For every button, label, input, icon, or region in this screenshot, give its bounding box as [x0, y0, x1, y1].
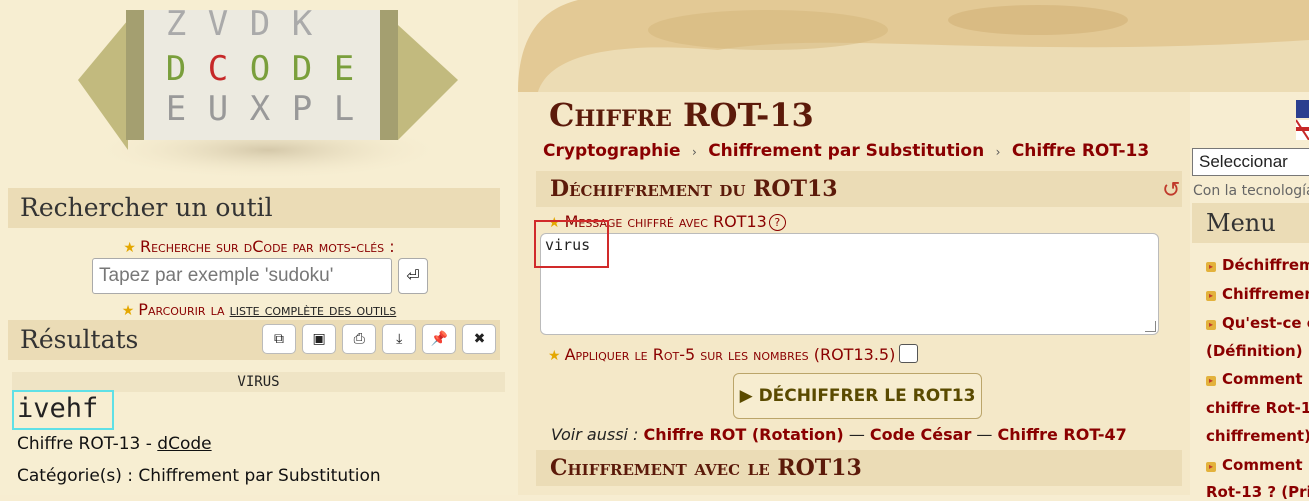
svg-text:Z: Z	[166, 4, 186, 44]
svg-text:V: V	[208, 4, 228, 44]
chevron-right-icon: ›	[691, 145, 697, 159]
svg-text:D: D	[292, 49, 312, 89]
breadcrumb-rot13[interactable]: Chiffre ROT-13	[1012, 141, 1149, 161]
star-icon: ★	[548, 348, 561, 364]
menu-item-definition[interactable]: ▸ Qu'est-ce c	[1206, 314, 1309, 332]
svg-text:U: U	[208, 89, 228, 129]
star-icon: ★	[121, 303, 135, 319]
svg-text:K: K	[292, 4, 313, 44]
rot5-option: ★ Appliquer le Rot-5 sur les nombres (ROT…	[548, 344, 919, 364]
svg-text:P: P	[292, 89, 312, 129]
menu-item-dechiffrement[interactable]: ▸Déchiffrement	[1206, 256, 1309, 274]
link-rot-cipher[interactable]: Chiffre ROT (Rotation)	[644, 425, 844, 444]
resize-handle-icon[interactable]	[1145, 321, 1156, 332]
copy-icon: ⧉	[274, 331, 284, 347]
screenshot-icon: ▣	[312, 331, 326, 347]
star-icon: ★	[123, 240, 136, 256]
close-results-button[interactable]: ✖	[462, 324, 497, 354]
search-submit-button[interactable]: ⏎	[398, 258, 428, 294]
encrypt-panel-title: Chiffrement avec le ROT13	[536, 450, 1182, 486]
svg-text:X: X	[250, 89, 271, 129]
decrypt-button[interactable]: ▶ DÉCHIFFRER LE ROT13	[733, 373, 982, 419]
input-echo: VIRUS	[12, 372, 505, 392]
browse-tools-line: ★ Parcourir la liste complète des outils	[121, 300, 397, 319]
see-also-line: Voir aussi : Chiffre ROT (Rotation) — Co…	[551, 425, 1127, 444]
menu-item-comment-2-cont[interactable]: Rot-13 ? (Prin	[1206, 483, 1309, 501]
dcode-link[interactable]: dCode	[157, 434, 211, 454]
svg-text:E: E	[334, 49, 354, 89]
link-rot47[interactable]: Chiffre ROT-47	[998, 425, 1127, 444]
reset-icon[interactable]: ↺	[1162, 178, 1180, 203]
arrow-right-icon: ▸	[1206, 462, 1216, 472]
arrow-right-icon: ▸	[1206, 320, 1216, 330]
translate-tech-text: Con la tecnología	[1193, 183, 1309, 199]
menu-item-comment-1[interactable]: ▸ Comment	[1206, 370, 1303, 388]
print-icon: ⎙	[353, 331, 365, 347]
svg-text:C: C	[208, 49, 228, 89]
svg-text:D: D	[166, 49, 186, 89]
result-output[interactable]: ivehf	[12, 390, 114, 430]
screenshot-button[interactable]: ▣	[302, 324, 337, 354]
breadcrumb: Cryptographie › Chiffrement par Substitu…	[543, 141, 1149, 161]
decrypt-panel-title: Déchiffrement du ROT13	[536, 171, 1182, 207]
search-input[interactable]: Tapez par exemple 'sudoku'	[92, 258, 392, 294]
tool-list-link[interactable]: liste complète des outils	[230, 300, 397, 319]
pin-button[interactable]: 📌	[422, 324, 457, 354]
print-button[interactable]: ⎙	[342, 324, 377, 354]
ciphertext-textarea[interactable]: virus	[540, 233, 1159, 335]
svg-text:L: L	[334, 89, 354, 129]
menu-item-definition-cont[interactable]: (Définition)	[1206, 342, 1303, 360]
rot5-checkbox[interactable]	[899, 344, 919, 363]
uk-flag-icon[interactable]	[1296, 100, 1309, 140]
parchment-header	[518, 0, 1309, 92]
menu-item-comment-2[interactable]: ▸ Comment	[1206, 456, 1303, 474]
menu-item-comment-1-cont[interactable]: chiffre Rot-13	[1206, 399, 1309, 417]
breadcrumb-substitution[interactable]: Chiffrement par Substitution	[708, 141, 984, 161]
keyword-search-label: ★ Recherche sur dCode par mots-clés :	[123, 237, 395, 256]
results-toolbar: ⧉ ▣ ⎙ ⤓ 📌 ✖	[262, 324, 497, 354]
tool-credit-line: Chiffre ROT-13 - dCode	[17, 434, 212, 454]
language-select[interactable]: Seleccionar	[1192, 148, 1309, 176]
menu-title: Menu	[1192, 203, 1309, 243]
left-sidebar: Z V D K D C O D E E U X P L Rechercher u…	[0, 0, 518, 495]
copy-button[interactable]: ⧉	[262, 324, 296, 354]
chevron-right-icon: ›	[995, 145, 1001, 159]
download-button[interactable]: ⤓	[382, 324, 417, 354]
close-icon: ✖	[473, 331, 486, 347]
arrow-right-icon: ▸	[1206, 262, 1216, 272]
pin-icon: 📌	[430, 331, 449, 347]
breadcrumb-cryptographie[interactable]: Cryptographie	[543, 141, 681, 161]
arrow-right-icon: ▸	[1206, 376, 1216, 386]
menu-item-comment-1-cont2[interactable]: chiffrement)	[1206, 427, 1309, 445]
search-section-title: Rechercher un outil	[8, 188, 500, 228]
enter-icon: ⏎	[406, 266, 420, 285]
svg-text:D: D	[250, 4, 270, 44]
dcode-logo[interactable]: Z V D K D C O D E E U X P L	[58, 0, 468, 185]
svg-text:O: O	[250, 49, 270, 89]
help-icon[interactable]: ?	[768, 214, 786, 231]
category-line: Catégorie(s) : Chiffrement par Substitut…	[17, 466, 381, 486]
highlight-box-input	[534, 220, 609, 268]
link-caesar-code[interactable]: Code César	[870, 425, 971, 444]
download-icon: ⤓	[396, 331, 403, 347]
svg-text:E: E	[166, 89, 186, 129]
menu-item-chiffrement[interactable]: ▸Chiffrement	[1206, 285, 1309, 303]
page-title: Chiffre ROT-13	[549, 96, 814, 134]
arrow-right-icon: ▸	[1206, 291, 1216, 301]
